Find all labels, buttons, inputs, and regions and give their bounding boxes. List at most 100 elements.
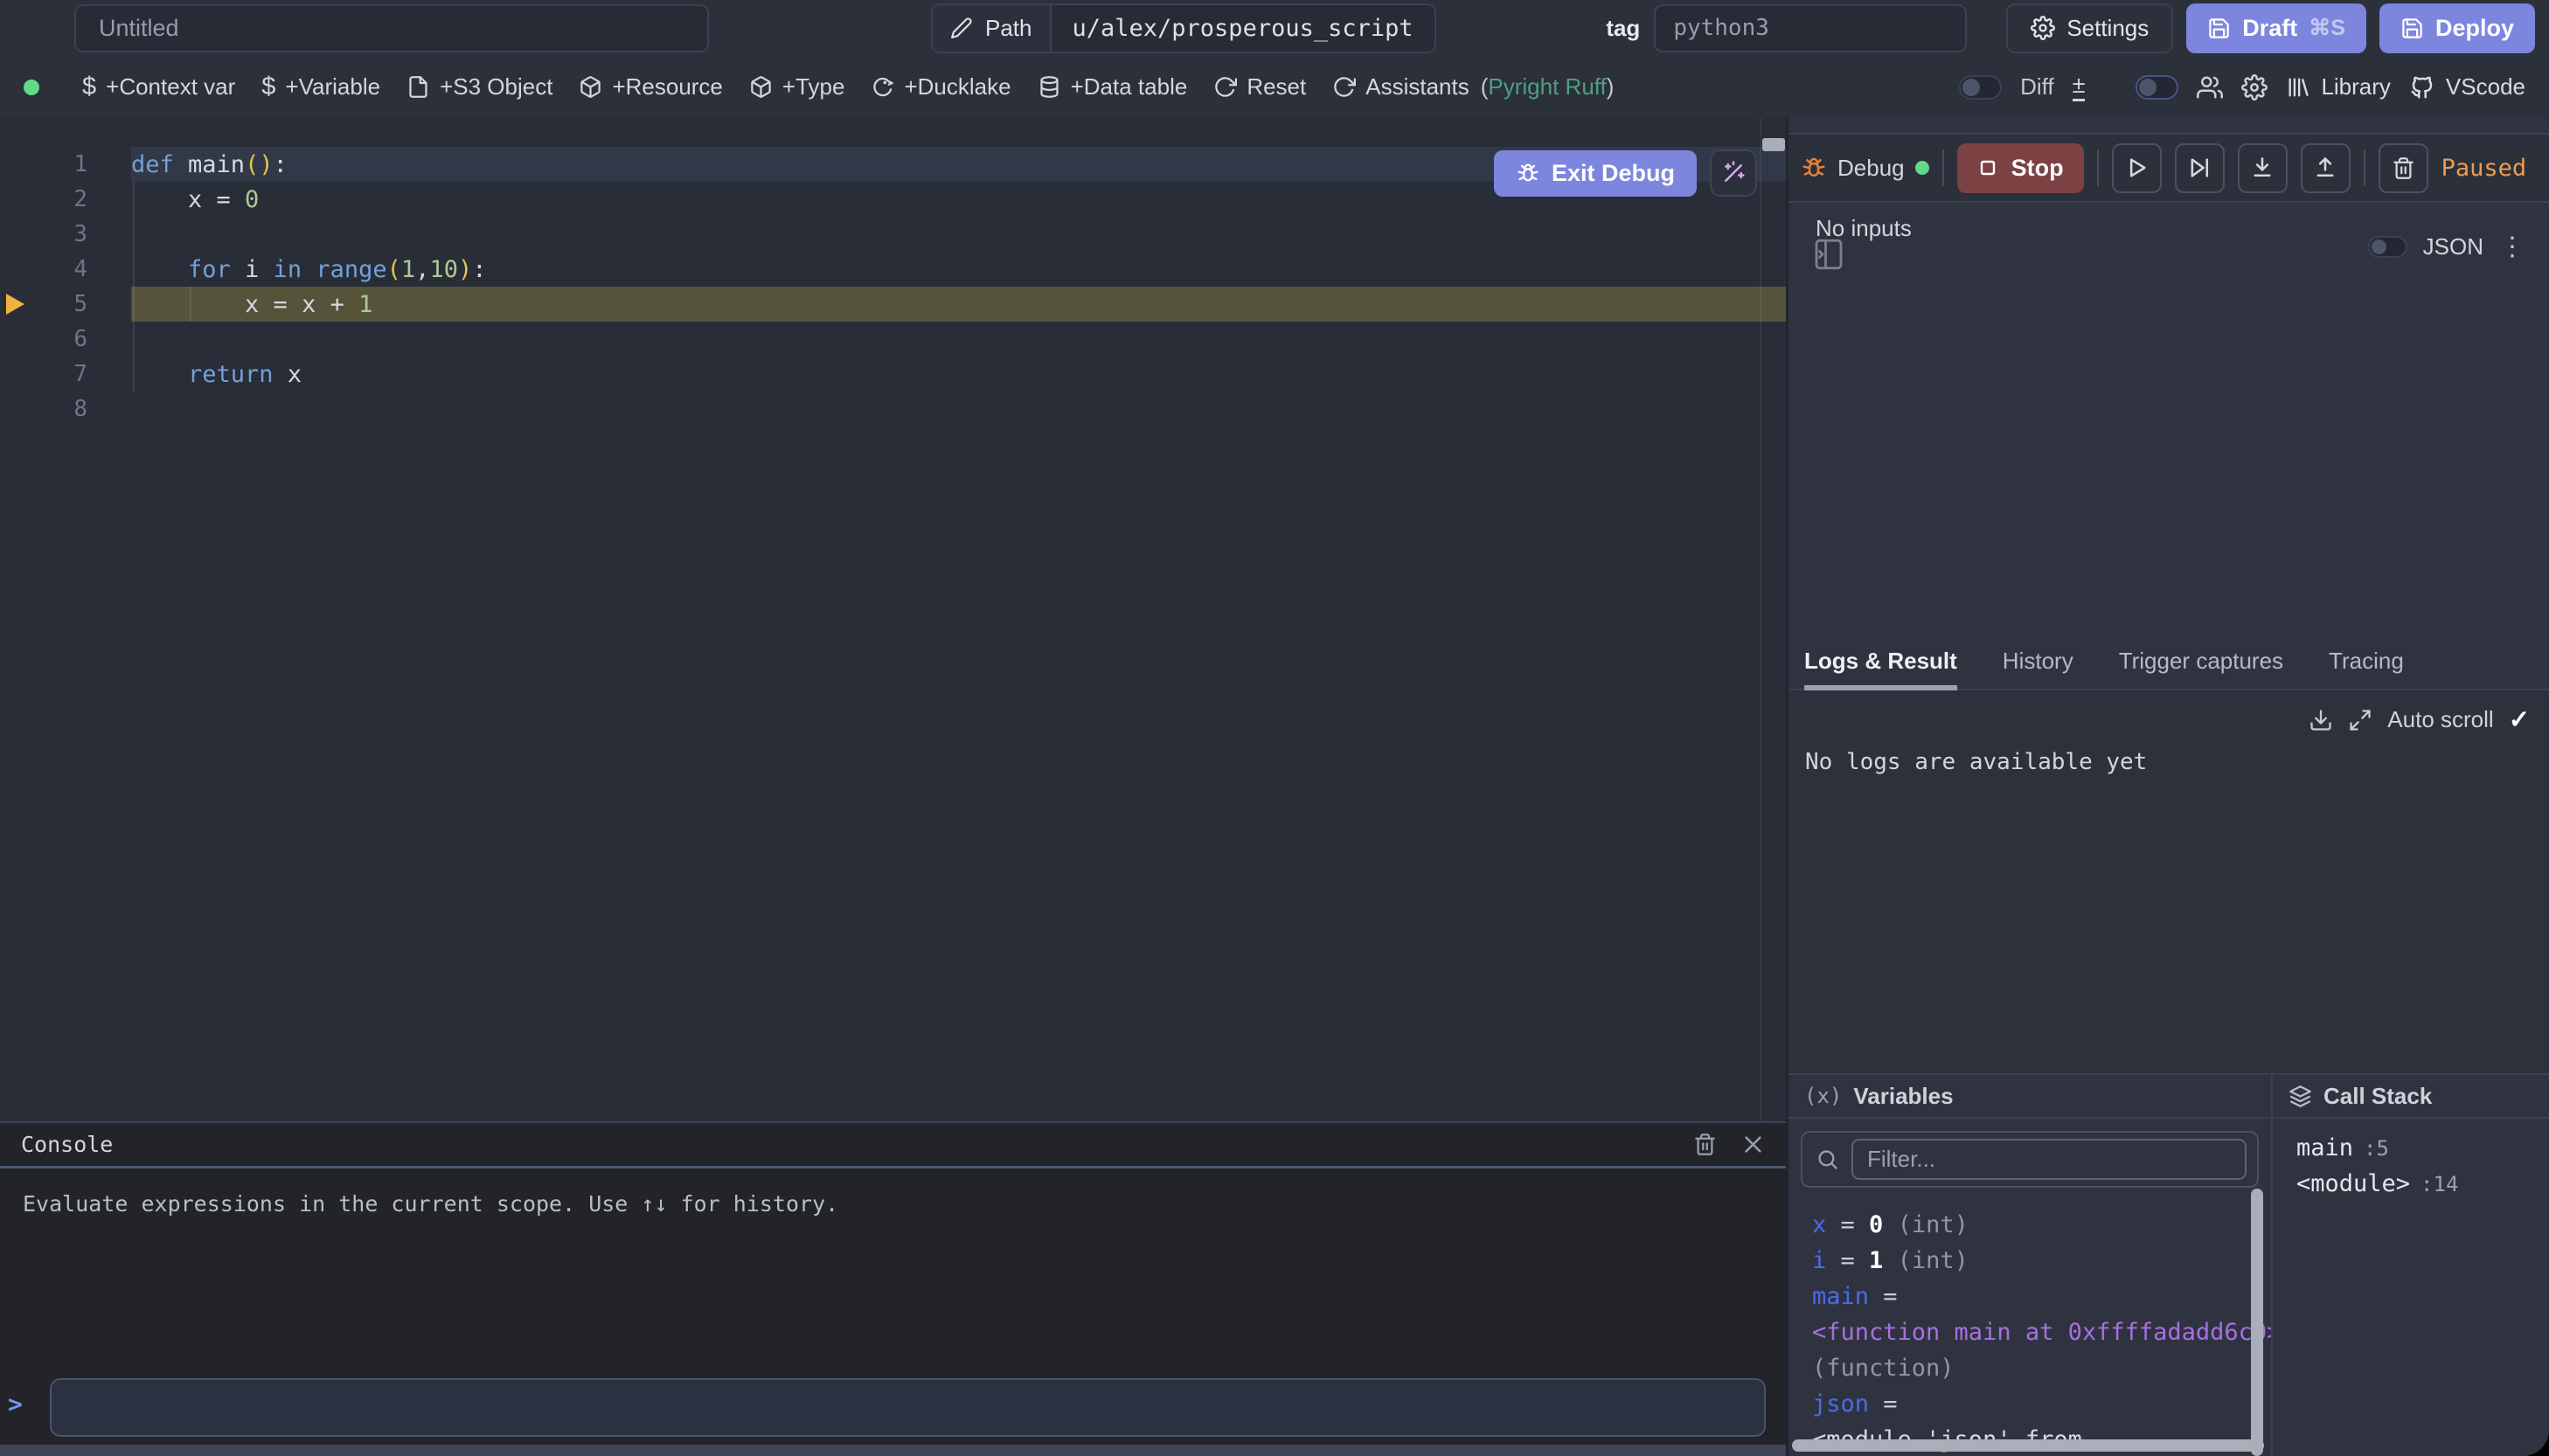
code-token: ) xyxy=(259,151,273,178)
line-number: 6 xyxy=(73,326,87,352)
step-out-button[interactable] xyxy=(2301,143,2351,193)
line-number-gutter[interactable]: 1 xyxy=(0,147,131,182)
editor-scrollbar-thumb[interactable] xyxy=(1762,138,1785,151)
tab-trigger-captures[interactable]: Trigger captures xyxy=(2119,648,2283,689)
code-token: i xyxy=(245,256,274,283)
add-context-var-button[interactable]: $ +Context var xyxy=(69,66,248,108)
code-line[interactable]: 5 x = x + 1 xyxy=(0,287,1786,322)
gear-icon[interactable] xyxy=(2241,74,2268,101)
ai-wand-button[interactable] xyxy=(1710,149,1757,197)
package-icon xyxy=(749,75,773,99)
code-line-text[interactable] xyxy=(131,392,1786,426)
path-chip[interactable]: Path u/alex/prosperous_script xyxy=(931,3,1436,53)
console-input[interactable] xyxy=(50,1378,1766,1437)
code-editor[interactable]: 1def main():2 x = 034 for i in range(1,1… xyxy=(0,118,1786,1121)
tag-input[interactable] xyxy=(1654,4,1967,52)
step-into-button[interactable] xyxy=(2238,143,2288,193)
code-line-text[interactable]: for i in range(1,10): xyxy=(131,252,1786,287)
close-icon[interactable] xyxy=(1741,1133,1765,1156)
variable-row[interactable]: i = 1 (int) xyxy=(1812,1243,2236,1279)
code-line-text[interactable]: return x xyxy=(131,357,1786,392)
divider xyxy=(2364,149,2365,186)
line-number-gutter[interactable]: 2 xyxy=(0,182,131,217)
draft-button[interactable]: Draft ⌘S xyxy=(2186,3,2366,53)
plus-minus-icon[interactable]: ± xyxy=(2073,73,2086,101)
code-line[interactable]: 6 xyxy=(0,322,1786,357)
code-token: x xyxy=(288,361,302,388)
step-over-button[interactable] xyxy=(2175,143,2225,193)
path-chip-label: Path xyxy=(933,5,1052,52)
step-out-icon xyxy=(2313,156,2337,180)
tab-tracing[interactable]: Tracing xyxy=(2329,648,2404,689)
inputs-controls: JSON ⋮ xyxy=(2368,233,2525,260)
clear-debug-button[interactable] xyxy=(2379,143,2428,193)
download-icon[interactable] xyxy=(2309,708,2333,732)
vscode-button[interactable]: VScode xyxy=(2409,73,2525,101)
continue-button[interactable] xyxy=(2112,143,2162,193)
search-icon xyxy=(1816,1147,1839,1171)
variable-row[interactable]: x = 0 (int) xyxy=(1812,1207,2236,1243)
add-data-table-button[interactable]: +Data table xyxy=(1024,66,1201,108)
variables-filter-input[interactable] xyxy=(1851,1139,2247,1180)
code-line[interactable]: 4 for i in range(1,10): xyxy=(0,252,1786,287)
no-inputs-text: No inputs xyxy=(1816,215,1912,242)
json-toggle[interactable] xyxy=(2368,236,2407,258)
expand-icon[interactable] xyxy=(2348,708,2372,732)
code-token: 1 xyxy=(1869,1247,1883,1274)
editor-toolbar: $ +Context var $ +Variable +S3 Object +R… xyxy=(0,56,2549,118)
settings-button[interactable]: Settings xyxy=(2006,3,2173,53)
variable-row[interactable]: <function main at 0xffffadadd6c0> xyxy=(1812,1314,2236,1350)
variable-row[interactable]: main = xyxy=(1812,1279,2236,1314)
code-token: main xyxy=(188,151,245,178)
code-line[interactable]: 3 xyxy=(0,217,1786,252)
line-number-gutter[interactable]: 4 xyxy=(0,252,131,287)
top-bar: Path u/alex/prosperous_script tag Settin… xyxy=(0,0,2549,56)
code-line-text[interactable]: x = x + 1 xyxy=(131,287,1786,322)
line-number-gutter[interactable]: 3 xyxy=(0,217,131,252)
add-type-button[interactable]: +Type xyxy=(736,66,858,108)
check-icon[interactable]: ✓ xyxy=(2509,704,2530,735)
add-resource-button[interactable]: +Resource xyxy=(566,66,735,108)
line-number-gutter[interactable]: 6 xyxy=(0,322,131,357)
code-token: 0 xyxy=(1869,1211,1883,1238)
users-icon[interactable] xyxy=(2197,74,2223,101)
add-s3-object-button[interactable]: +S3 Object xyxy=(393,66,566,108)
code-area: 1def main():2 x = 034 for i in range(1,1… xyxy=(0,118,1786,1121)
trash-icon[interactable] xyxy=(1693,1133,1717,1156)
variable-row[interactable]: (function) xyxy=(1812,1350,2236,1386)
kebab-menu-icon[interactable]: ⋮ xyxy=(2499,234,2525,260)
code-line-text[interactable] xyxy=(131,217,1786,252)
tab-logs-result[interactable]: Logs & Result xyxy=(1804,648,1957,690)
script-title-input[interactable] xyxy=(74,4,709,52)
callstack-frame[interactable]: main:5 xyxy=(2296,1134,2549,1170)
variables-filter xyxy=(1801,1131,2259,1188)
code-token: 0 xyxy=(245,186,259,213)
reset-button[interactable]: Reset xyxy=(1200,66,1319,108)
variables-header: (x) Variables xyxy=(1788,1075,2271,1119)
line-number-gutter[interactable]: 5 xyxy=(0,287,131,322)
assistants-button[interactable]: Assistants (Pyright Ruff) xyxy=(1319,66,1627,108)
callstack-frame[interactable]: <module>:14 xyxy=(2296,1170,2549,1206)
variables-vertical-scrollbar[interactable] xyxy=(2251,1189,2263,1456)
tab-history[interactable]: History xyxy=(2003,648,2073,689)
line-number-gutter[interactable]: 7 xyxy=(0,357,131,392)
code-line-text[interactable] xyxy=(131,322,1786,357)
live-status-dot xyxy=(24,80,39,95)
library-button[interactable]: Library xyxy=(2286,73,2390,101)
diff-toggle[interactable] xyxy=(1959,75,2002,100)
step-into-icon xyxy=(2250,156,2275,180)
exit-debug-button[interactable]: Exit Debug xyxy=(1494,150,1697,197)
variables-horizontal-scrollbar[interactable] xyxy=(1792,1439,2264,1452)
multiplayer-toggle[interactable] xyxy=(2136,75,2178,100)
code-line[interactable]: 8 xyxy=(0,392,1786,426)
deploy-button[interactable]: Deploy xyxy=(2379,3,2535,53)
debug-current-line-marker xyxy=(6,294,24,315)
code-token xyxy=(131,256,188,283)
add-ducklake-button[interactable]: +Ducklake xyxy=(858,66,1024,108)
code-line[interactable]: 7 return x xyxy=(0,357,1786,392)
stop-square-icon xyxy=(1977,157,1998,178)
add-variable-button[interactable]: $ +Variable xyxy=(248,66,393,108)
line-number-gutter[interactable]: 8 xyxy=(0,392,131,426)
variable-row[interactable]: json = xyxy=(1812,1386,2236,1422)
stop-button[interactable]: Stop xyxy=(1957,143,2084,193)
